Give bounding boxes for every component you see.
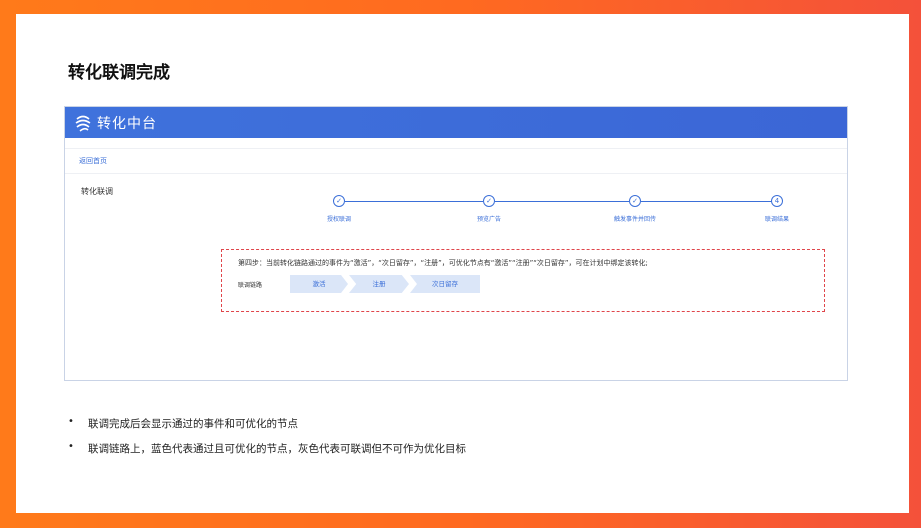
step-4-label: 联调结果 bbox=[764, 216, 790, 223]
logo-icon bbox=[75, 115, 91, 132]
slide: 转化联调完成 转化中台 返回首页 转化联调 ✓ ✓ ✓ 4 授权联调 预览广告 … bbox=[16, 14, 909, 513]
step-connector bbox=[345, 201, 483, 202]
chain-node-register: 注册 bbox=[349, 275, 409, 293]
chain-node-retention: 次日留存 bbox=[410, 275, 480, 293]
bullet-text: 联调链路上，蓝色代表通过且可优化的节点，灰色代表可联调但不可作为优化目标 bbox=[88, 443, 466, 455]
bullet-dot-icon: • bbox=[68, 441, 74, 452]
bullet-item: • 联调链路上，蓝色代表通过且可优化的节点，灰色代表可联调但不可作为优化目标 bbox=[68, 441, 466, 456]
back-row: 返回首页 bbox=[65, 148, 847, 174]
slide-title: 转化联调完成 bbox=[68, 63, 170, 83]
progress-steps: ✓ ✓ ✓ 4 授权联调 预览广告 触发事件并回传 联调结果 bbox=[315, 195, 795, 225]
chain-label: 联调链路 bbox=[238, 282, 263, 289]
step-2-label: 预览广告 bbox=[476, 216, 502, 223]
app-name: 转化中台 bbox=[97, 115, 157, 132]
bullet-dot-icon: • bbox=[68, 416, 74, 427]
back-home-link[interactable]: 返回首页 bbox=[79, 156, 107, 166]
bullet-item: • 联调完成后会显示通过的事件和可优化的节点 bbox=[68, 416, 466, 431]
step-4-number: 4 bbox=[771, 195, 783, 207]
chain: 激活 注册 次日留存 bbox=[290, 275, 480, 293]
app-header: 转化中台 bbox=[65, 107, 847, 138]
step-connector bbox=[495, 201, 629, 202]
app-screenshot: 转化中台 返回首页 转化联调 ✓ ✓ ✓ 4 授权联调 预览广告 触发事件并回传… bbox=[64, 106, 848, 381]
step-1-check-icon: ✓ bbox=[333, 195, 345, 207]
bullet-text: 联调完成后会显示通过的事件和可优化的节点 bbox=[88, 418, 298, 430]
result-description: 第四步：当前转化链路通过的事件为“激活”，“次日留存”，“注册”，可优化节点有“… bbox=[238, 259, 648, 267]
result-box: 第四步：当前转化链路通过的事件为“激活”，“次日留存”，“注册”，可优化节点有“… bbox=[221, 249, 825, 312]
section-label: 转化联调 bbox=[81, 187, 113, 196]
step-3-label: 触发事件并回传 bbox=[613, 216, 657, 223]
step-2-check-icon: ✓ bbox=[483, 195, 495, 207]
step-1-label: 授权联调 bbox=[326, 216, 352, 223]
step-connector bbox=[641, 201, 777, 202]
step-3-check-icon: ✓ bbox=[629, 195, 641, 207]
chain-node-activate: 激活 bbox=[290, 275, 348, 293]
bullet-list: • 联调完成后会显示通过的事件和可优化的节点 • 联调链路上，蓝色代表通过且可优… bbox=[68, 416, 466, 466]
